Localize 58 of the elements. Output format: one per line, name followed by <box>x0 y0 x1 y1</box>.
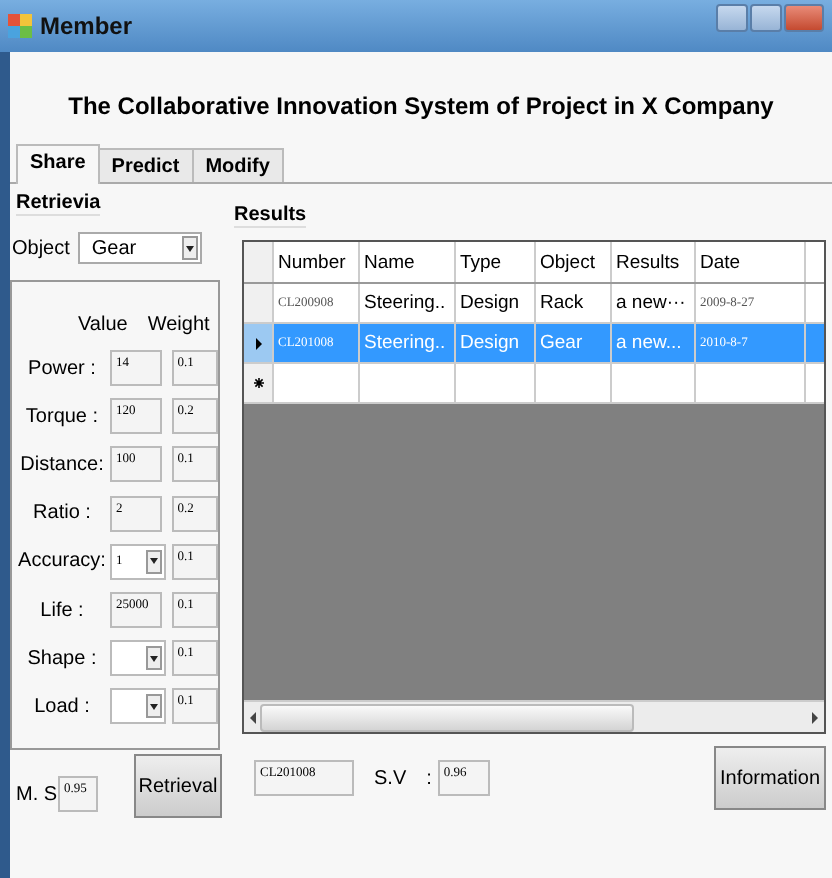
sv-colon: : <box>426 767 432 789</box>
tab[interactable]: Modify <box>191 148 284 182</box>
column-header[interactable]: Results <box>612 242 696 282</box>
parameter-label: Life : <box>38 599 86 622</box>
minimize-button[interactable] <box>716 4 748 32</box>
tab[interactable]: Share <box>16 144 100 184</box>
table-cell: Design <box>456 324 536 362</box>
scroll-right-icon[interactable] <box>812 711 818 723</box>
group-title: Retrievia <box>16 192 101 216</box>
parameter-label: Power : <box>26 357 98 380</box>
column-label: Weight <box>147 314 210 336</box>
window-title: Member <box>40 12 135 40</box>
row-header[interactable] <box>244 324 274 362</box>
scroll-left-icon[interactable] <box>250 711 256 723</box>
caret-icon <box>150 655 158 662</box>
table-cell: a new··· <box>612 284 696 322</box>
caret-icon <box>150 703 158 710</box>
sv-label: S.V <box>374 767 407 789</box>
object-dropdown[interactable]: Gear <box>77 232 202 264</box>
table-cell: Steering.. <box>360 324 456 362</box>
table-cell: Gear <box>536 324 612 362</box>
group-title: Results <box>234 204 307 228</box>
column-label: Value <box>78 314 128 336</box>
dropdown-button[interactable] <box>181 236 198 260</box>
retrieval-button[interactable]: Retrieval <box>134 754 222 818</box>
object-label: Object <box>12 237 70 259</box>
row-header[interactable] <box>244 364 274 402</box>
information-button[interactable]: Information <box>714 746 826 810</box>
dropdown-button[interactable] <box>146 694 162 719</box>
scroll-thumb[interactable] <box>260 703 634 731</box>
column-header[interactable]: Date <box>696 242 806 282</box>
parameter-label: Accuracy: <box>16 550 108 573</box>
column-header[interactable]: Name <box>360 242 456 282</box>
ms-label: M. S <box>16 783 58 805</box>
table-cell: Design <box>456 284 536 322</box>
corner-header <box>244 242 274 282</box>
table-cell: Steering.. <box>360 284 456 322</box>
parameter-label: Torque : <box>23 405 101 428</box>
column-header[interactable]: Number <box>274 242 360 282</box>
dropdown-button[interactable] <box>146 549 162 574</box>
parameter-label: Ratio : <box>31 502 93 525</box>
column-header[interactable]: Object <box>536 242 612 282</box>
maximize-button[interactable] <box>750 4 782 32</box>
app-icon <box>8 14 32 38</box>
app-heading: The Collaborative Innovation System of Project in X Company <box>66 90 776 124</box>
caret-icon <box>150 558 158 565</box>
row-pointer-icon <box>255 337 261 349</box>
column-header[interactable]: Type <box>456 242 536 282</box>
parameter-label: Load : <box>32 695 92 718</box>
dropdown-button[interactable] <box>146 646 162 671</box>
caret-icon <box>185 245 194 251</box>
tab[interactable]: Predict <box>97 148 194 182</box>
table-cell: a new... <box>612 324 696 362</box>
parameter-label: Shape : <box>25 647 99 670</box>
parameter-label: Distance: <box>18 453 106 476</box>
table-cell: Rack <box>536 284 612 322</box>
new-row-icon <box>253 378 263 388</box>
horizontal-scrollbar[interactable] <box>244 700 824 732</box>
